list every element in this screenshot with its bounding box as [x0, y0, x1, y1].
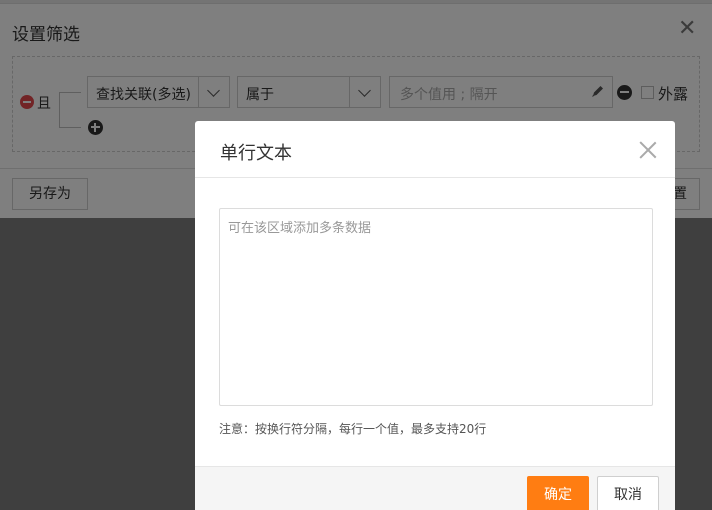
modal-footer: 确定 取消: [195, 466, 675, 510]
confirm-button[interactable]: 确定: [527, 476, 589, 510]
modal-title: 单行文本: [220, 143, 292, 164]
multi-value-textarea[interactable]: [219, 208, 653, 406]
cancel-button[interactable]: 取消: [597, 476, 659, 510]
close-icon[interactable]: [638, 140, 658, 160]
modal-header: 单行文本: [195, 121, 675, 178]
input-note: 注意：按换行符分隔，每行一个值，最多支持20行: [219, 422, 487, 436]
single-line-text-modal: 单行文本 注意：按换行符分隔，每行一个值，最多支持20行 确定 取消: [195, 121, 675, 510]
